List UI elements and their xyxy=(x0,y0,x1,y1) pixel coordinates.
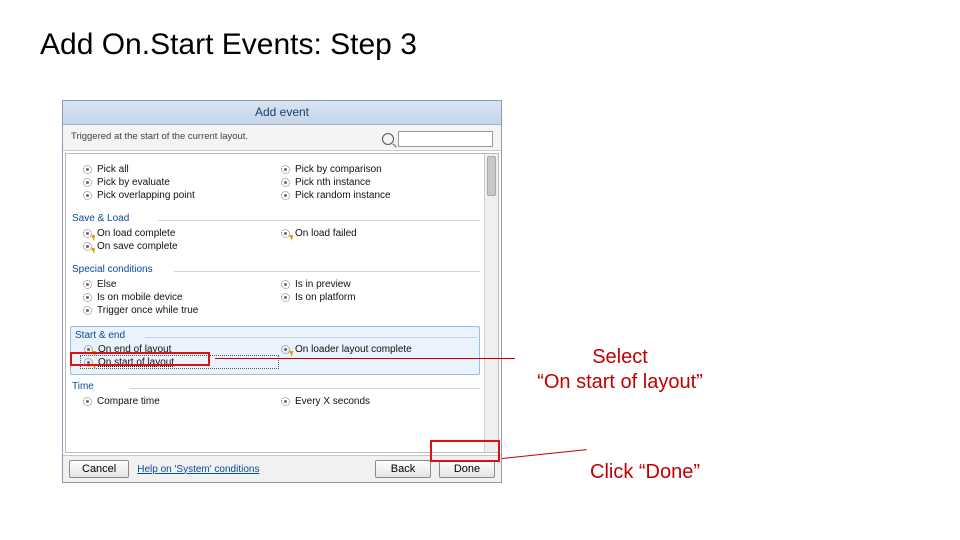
dialog-body: Pick all Pick by comparison Pick by eval… xyxy=(65,153,499,453)
condition-item[interactable]: Pick random instance xyxy=(278,189,476,201)
page-title: Add On.Start Events: Step 3 xyxy=(40,28,417,62)
item-label: Trigger once while true xyxy=(97,305,198,316)
done-button[interactable]: Done xyxy=(439,460,495,478)
condition-item[interactable]: On load failed xyxy=(278,227,476,239)
item-label: Else xyxy=(97,279,116,290)
condition-item[interactable]: Compare time xyxy=(80,395,278,407)
condition-item[interactable]: On end of layout xyxy=(81,343,278,355)
condition-item[interactable]: Pick all xyxy=(80,163,278,175)
item-label: On end of layout xyxy=(98,344,171,355)
condition-item[interactable]: Pick overlapping point xyxy=(80,189,278,201)
item-label: On load failed xyxy=(295,228,357,239)
item-label: Is on platform xyxy=(295,292,356,303)
gear-icon xyxy=(280,279,291,290)
scrollbar[interactable] xyxy=(484,154,498,452)
condition-item[interactable]: Is in preview xyxy=(278,278,476,290)
callout-text: “On start of layout” xyxy=(520,370,720,395)
group-special: Special conditions Else Is in preview Is… xyxy=(70,262,480,322)
gear-icon xyxy=(82,190,93,201)
item-label: On loader layout complete xyxy=(295,344,412,355)
condition-item[interactable]: Is on mobile device xyxy=(80,291,278,303)
group-header: Save & Load xyxy=(70,211,480,224)
item-label: Compare time xyxy=(97,396,160,407)
gear-icon xyxy=(82,228,93,239)
gear-icon xyxy=(82,177,93,188)
gear-icon xyxy=(82,164,93,175)
callout-select: Select “On start of layout” xyxy=(520,345,720,395)
gear-icon xyxy=(280,164,291,175)
group-header: Special conditions xyxy=(70,262,480,275)
gear-icon xyxy=(82,396,93,407)
help-link[interactable]: Help on 'System' conditions xyxy=(137,464,259,475)
gear-icon xyxy=(82,305,93,316)
scrollbar-thumb[interactable] xyxy=(487,156,496,196)
search-icon xyxy=(382,133,394,145)
item-label: Pick random instance xyxy=(295,190,391,201)
group-header: Time xyxy=(70,379,480,392)
condition-item[interactable]: Trigger once while true xyxy=(80,304,278,316)
item-label: Pick by comparison xyxy=(295,164,382,175)
group-start-end: Start & end On end of layout On loader l… xyxy=(70,326,480,375)
item-label: On save complete xyxy=(97,241,178,252)
search-input[interactable] xyxy=(398,131,493,147)
condition-item[interactable]: Pick nth instance xyxy=(278,176,476,188)
callout-text: Select xyxy=(520,345,720,370)
condition-item[interactable]: Is on platform xyxy=(278,291,476,303)
item-label: Pick all xyxy=(97,164,129,175)
item-label: On load complete xyxy=(97,228,175,239)
gear-icon xyxy=(83,357,94,368)
dialog-top-bar: Triggered at the start of the current la… xyxy=(63,125,501,151)
gear-icon xyxy=(82,292,93,303)
condition-item[interactable]: On loader layout complete xyxy=(278,343,475,355)
gear-icon xyxy=(280,396,291,407)
item-label: Is in preview xyxy=(295,279,351,290)
item-label: Pick by evaluate xyxy=(97,177,170,188)
condition-item[interactable]: Else xyxy=(80,278,278,290)
cancel-button[interactable]: Cancel xyxy=(69,460,129,478)
callout-done: Click “Done” xyxy=(590,460,700,485)
item-label: Is on mobile device xyxy=(97,292,183,303)
condition-item[interactable]: Pick by comparison xyxy=(278,163,476,175)
group-header: Start & end xyxy=(73,328,477,341)
dialog-footer: Cancel Help on 'System' conditions Back … xyxy=(63,455,501,482)
condition-item[interactable]: Every X seconds xyxy=(278,395,476,407)
item-label: Every X seconds xyxy=(295,396,370,407)
group-save-load: Save & Load On load complete On load fai… xyxy=(70,211,480,258)
add-event-dialog: Add event Triggered at the start of the … xyxy=(62,100,502,483)
item-label: Pick overlapping point xyxy=(97,190,195,201)
group-time: Time Compare time Every X seconds xyxy=(70,379,480,413)
condition-item[interactable]: Pick by evaluate xyxy=(80,176,278,188)
gear-icon xyxy=(83,344,94,355)
callout-text: Click “Done” xyxy=(590,461,700,483)
gear-icon xyxy=(280,190,291,201)
gear-icon xyxy=(280,344,291,355)
gear-icon xyxy=(82,241,93,252)
gear-icon xyxy=(280,177,291,188)
condition-item[interactable]: On load complete xyxy=(80,227,278,239)
item-label: Pick nth instance xyxy=(295,177,371,188)
gear-icon xyxy=(280,228,291,239)
condition-item[interactable]: On save complete xyxy=(80,240,278,252)
back-button[interactable]: Back xyxy=(375,460,431,478)
item-label: On start of layout xyxy=(98,357,174,368)
gear-icon xyxy=(280,292,291,303)
gear-icon xyxy=(82,279,93,290)
dialog-title: Add event xyxy=(63,101,501,125)
group-pick-instances: Pick all Pick by comparison Pick by eval… xyxy=(70,160,480,207)
